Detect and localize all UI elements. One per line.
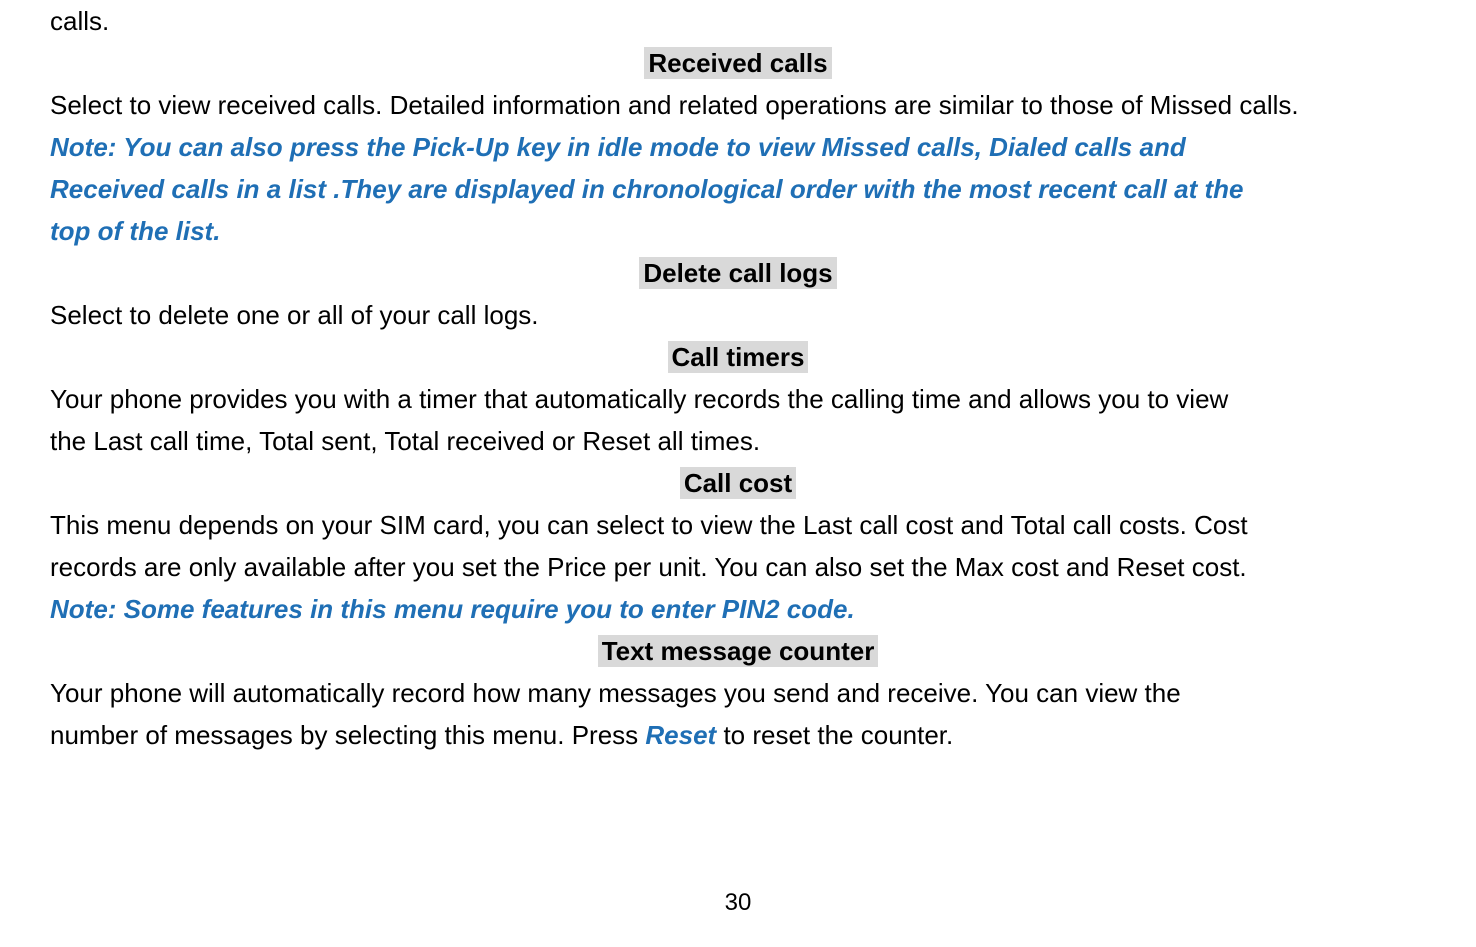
heading-text: Delete call logs: [639, 257, 836, 289]
document-page: calls. Received calls Select to view rec…: [0, 0, 1476, 947]
body-call-cost-l2: records are only available after you set…: [50, 546, 1426, 588]
body-text-msg-l2-post: to reset the counter.: [716, 720, 953, 750]
heading-call-timers: Call timers: [50, 336, 1426, 378]
heading-text: Received calls: [644, 47, 831, 79]
note-1-line-3: top of the list.: [50, 210, 1426, 252]
body-text-msg-l2: number of messages by selecting this men…: [50, 714, 1426, 756]
note-1-line-1: Note: You can also press the Pick-Up key…: [50, 126, 1426, 168]
fragment-top: calls.: [50, 0, 1426, 42]
heading-call-cost: Call cost: [50, 462, 1426, 504]
page-number: 30: [0, 889, 1476, 917]
body-delete-call-logs: Select to delete one or all of your call…: [50, 294, 1426, 336]
heading-text: Call timers: [668, 341, 809, 373]
body-call-timers-l2: the Last call time, Total sent, Total re…: [50, 420, 1426, 462]
body-call-timers-l1: Your phone provides you with a timer tha…: [50, 378, 1426, 420]
body-call-cost-l1: This menu depends on your SIM card, you …: [50, 504, 1426, 546]
note-2: Note: Some features in this menu require…: [50, 588, 1426, 630]
body-text-msg-l1: Your phone will automatically record how…: [50, 672, 1426, 714]
heading-received-calls: Received calls: [50, 42, 1426, 84]
heading-text-message-counter: Text message counter: [50, 630, 1426, 672]
reset-keyword: Reset: [645, 720, 716, 750]
note-1-line-2: Received calls in a list .They are displ…: [50, 168, 1426, 210]
heading-text: Text message counter: [598, 635, 879, 667]
body-received-calls: Select to view received calls. Detailed …: [50, 84, 1426, 126]
heading-text: Call cost: [680, 467, 796, 499]
heading-delete-call-logs: Delete call logs: [50, 252, 1426, 294]
body-text-msg-l2-pre: number of messages by selecting this men…: [50, 720, 645, 750]
